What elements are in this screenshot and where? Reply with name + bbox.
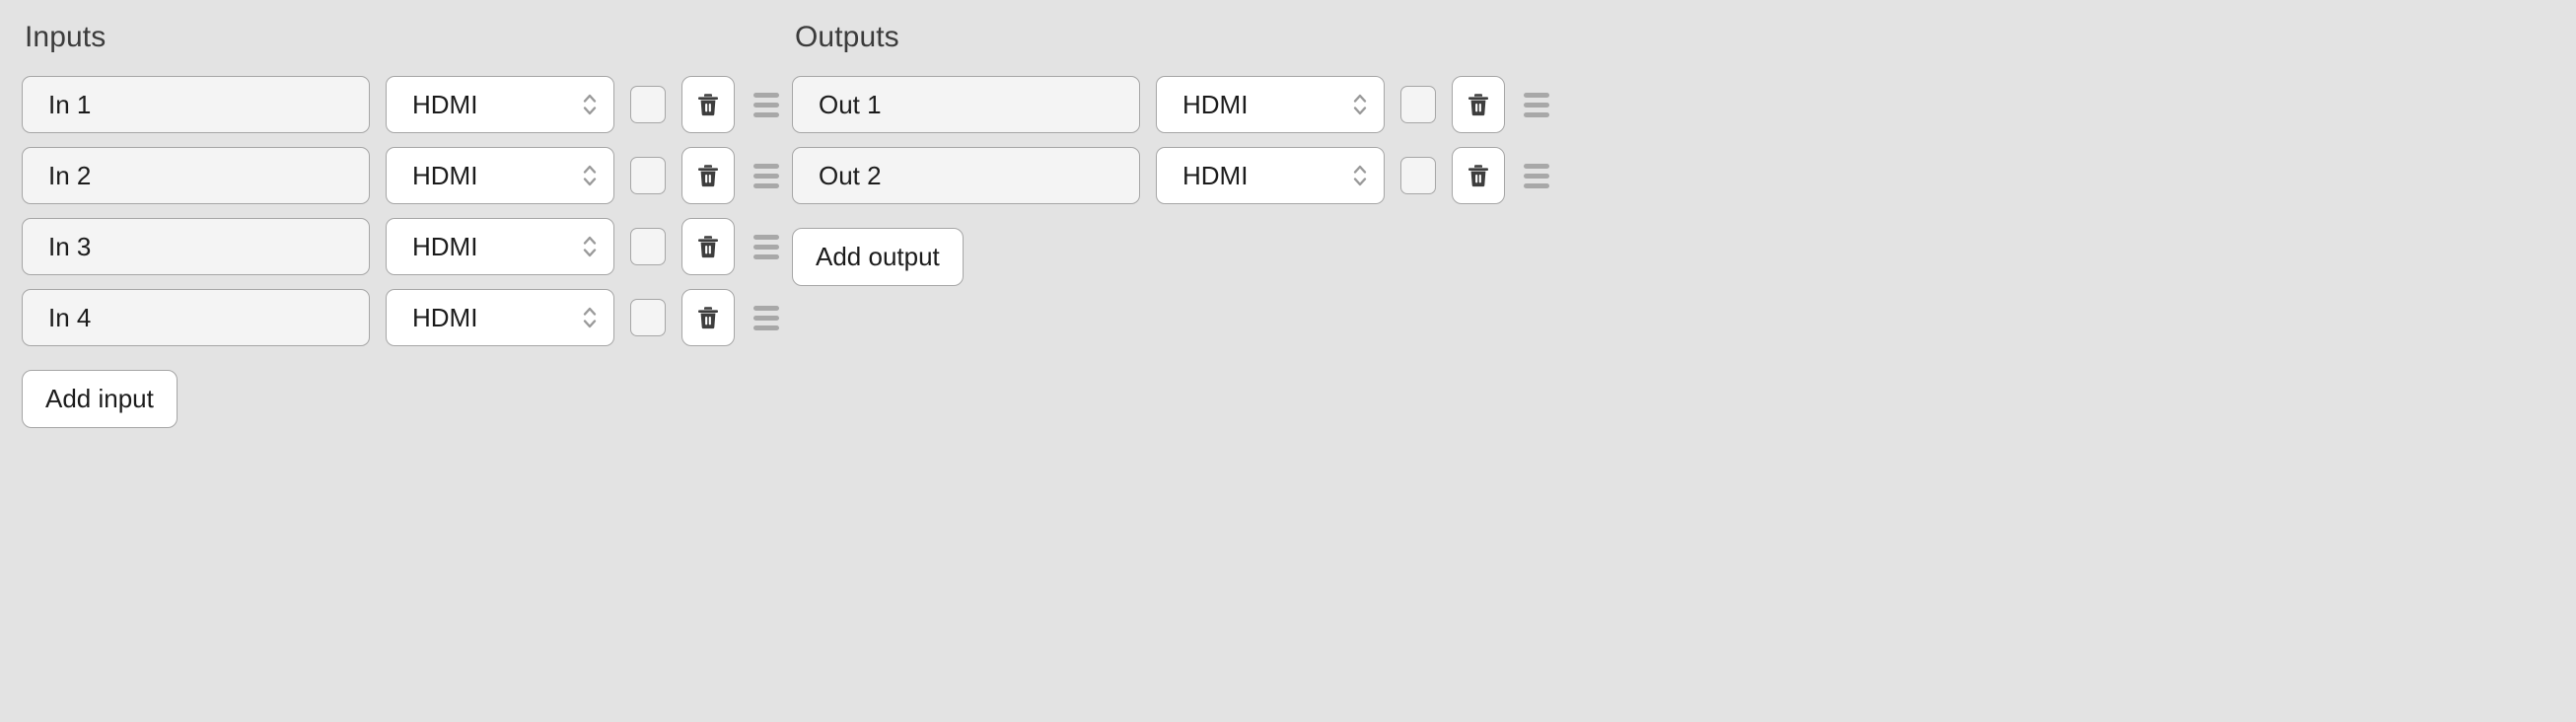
outputs-swatch-button[interactable] bbox=[1400, 157, 1436, 194]
inputs-name-input[interactable]: In 1 bbox=[22, 76, 370, 133]
inputs-delete-button[interactable] bbox=[681, 76, 735, 133]
outputs-column: Outputs Out 1 HDMI Out 2 HDMI Add output bbox=[792, 0, 1554, 286]
outputs-swatch-button[interactable] bbox=[1400, 86, 1436, 123]
inputs-name-input[interactable]: In 2 bbox=[22, 147, 370, 204]
add-input-button[interactable]: Add input bbox=[22, 370, 178, 428]
inputs-delete-button[interactable] bbox=[681, 147, 735, 204]
outputs-connector-value: HDMI bbox=[1182, 89, 1249, 119]
outputs-row-list: Out 1 HDMI Out 2 HDMI bbox=[792, 76, 1554, 204]
table-row: In 4 HDMI bbox=[22, 289, 784, 346]
add-output-button[interactable]: Add output bbox=[792, 228, 964, 286]
trash-icon bbox=[697, 93, 719, 116]
inputs-swatch-button[interactable] bbox=[630, 157, 666, 194]
drag-handle-icon[interactable] bbox=[749, 289, 784, 346]
outputs-connector-value: HDMI bbox=[1182, 160, 1249, 190]
trash-icon bbox=[697, 306, 719, 329]
inputs-section-title: Inputs bbox=[25, 21, 107, 53]
table-row: Out 1 HDMI bbox=[792, 76, 1554, 133]
outputs-connector-select[interactable]: HDMI bbox=[1156, 147, 1385, 204]
drag-handle-icon[interactable] bbox=[1519, 147, 1554, 204]
trash-icon bbox=[697, 235, 719, 258]
outputs-delete-button[interactable] bbox=[1452, 147, 1505, 204]
outputs-name-input[interactable]: Out 1 bbox=[792, 76, 1140, 133]
inputs-swatch-button[interactable] bbox=[630, 86, 666, 123]
inputs-connector-select[interactable]: HDMI bbox=[386, 76, 614, 133]
inputs-connector-value: HDMI bbox=[412, 302, 478, 332]
add-output-row: Add output bbox=[792, 204, 1554, 286]
inputs-swatch-button[interactable] bbox=[630, 228, 666, 265]
drag-handle-icon[interactable] bbox=[749, 147, 784, 204]
inputs-connector-select[interactable]: HDMI bbox=[386, 147, 614, 204]
io-configuration-panel: Inputs In 1 HDMI In 2 HDMI In 3 HDMI In 4 HDMI … bbox=[0, 0, 2576, 722]
inputs-connector-value: HDMI bbox=[412, 231, 478, 261]
table-row: In 3 HDMI bbox=[22, 218, 784, 275]
inputs-name-input[interactable]: In 4 bbox=[22, 289, 370, 346]
table-row: In 2 HDMI bbox=[22, 147, 784, 204]
outputs-delete-button[interactable] bbox=[1452, 76, 1505, 133]
inputs-connector-value: HDMI bbox=[412, 89, 478, 119]
drag-handle-icon[interactable] bbox=[1519, 76, 1554, 133]
table-row: In 1 HDMI bbox=[22, 76, 784, 133]
trash-icon bbox=[1467, 93, 1489, 116]
inputs-row-list: In 1 HDMI In 2 HDMI In 3 HDMI In 4 HDMI bbox=[22, 76, 784, 346]
drag-handle-icon[interactable] bbox=[749, 218, 784, 275]
drag-handle-icon[interactable] bbox=[749, 76, 784, 133]
trash-icon bbox=[1467, 164, 1489, 187]
inputs-connector-value: HDMI bbox=[412, 160, 478, 190]
inputs-connector-select[interactable]: HDMI bbox=[386, 289, 614, 346]
inputs-connector-select[interactable]: HDMI bbox=[386, 218, 614, 275]
outputs-connector-select[interactable]: HDMI bbox=[1156, 76, 1385, 133]
trash-icon bbox=[697, 164, 719, 187]
inputs-delete-button[interactable] bbox=[681, 289, 735, 346]
inputs-name-input[interactable]: In 3 bbox=[22, 218, 370, 275]
inputs-delete-button[interactable] bbox=[681, 218, 735, 275]
add-input-row: Add input bbox=[22, 346, 784, 428]
table-row: Out 2 HDMI bbox=[792, 147, 1554, 204]
inputs-swatch-button[interactable] bbox=[630, 299, 666, 336]
outputs-section-title: Outputs bbox=[795, 21, 899, 53]
outputs-name-input[interactable]: Out 2 bbox=[792, 147, 1140, 204]
inputs-column: Inputs In 1 HDMI In 2 HDMI In 3 HDMI In 4 HDMI … bbox=[22, 0, 784, 428]
